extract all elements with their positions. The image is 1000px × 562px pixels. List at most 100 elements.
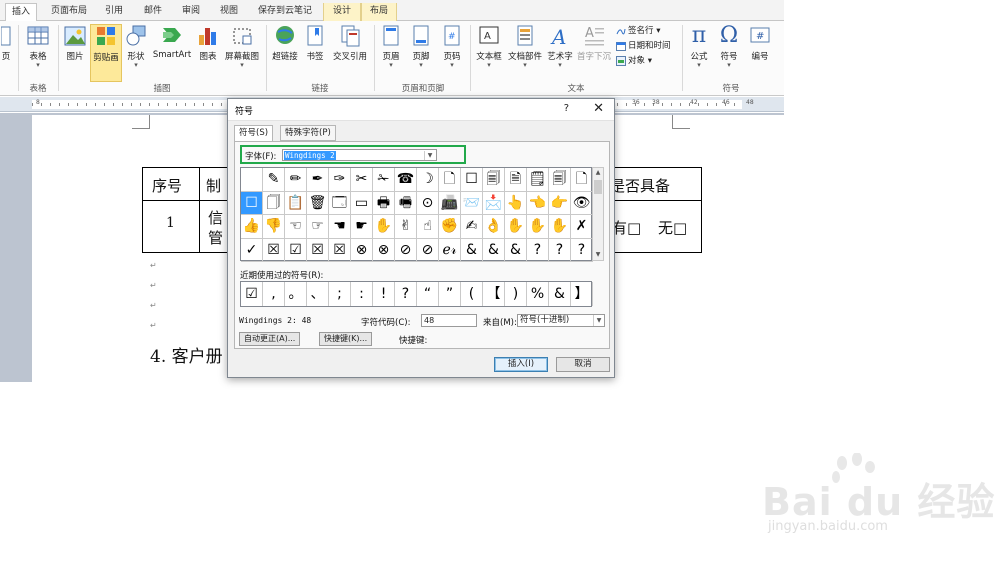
symbol-cell[interactable]: 👁 [571,191,593,215]
tab-references[interactable]: 引用 [99,3,129,21]
symbol-cell[interactable]: 📋 [285,191,307,215]
symbol-cell[interactable]: ✋ [505,215,527,239]
recent-symbol-cell[interactable]: 】 [571,282,593,306]
footer-button[interactable]: 页脚 ▾ [408,24,434,82]
shapes-button[interactable]: 形状 ▾ [124,24,148,82]
symbol-cell[interactable]: ? [527,238,549,262]
symbol-cell[interactable]: ☛ [351,215,373,239]
scroll-thumb[interactable] [594,180,602,194]
symbol-cell[interactable]: ☐ [241,191,263,215]
textbox-button[interactable]: A 文本框 ▾ [474,24,504,82]
char-code-input[interactable]: 48 [421,314,477,327]
wordart-button[interactable]: A 艺术字 ▾ [546,24,574,82]
symbol-cell[interactable]: 👍 [241,215,263,239]
page-button-cut[interactable]: 页 [0,24,12,82]
symbol-cell[interactable]: 📠 [439,191,461,215]
symbol-cell[interactable]: ✒ [307,168,329,192]
symbol-cell[interactable]: ☐ [461,168,483,192]
tab-save-cloud-note[interactable]: 保存到云笔记 [252,3,318,21]
signature-line-button[interactable]: 签名行 ▾ [616,24,661,38]
symbol-cell[interactable] [241,168,263,192]
dialog-title-bar[interactable]: 符号 ? ✕ [228,99,614,121]
cancel-button[interactable]: 取消 [556,357,610,372]
chevron-down-icon[interactable]: ▼ [593,315,604,326]
symbol-cell[interactable]: & [461,238,483,262]
shortcut-key-button[interactable]: 快捷键(K)... [319,332,373,346]
screenshot-button[interactable]: 屏幕截图 ▾ [222,24,262,82]
recent-symbol-cell[interactable]: ) [505,282,527,306]
chevron-down-icon[interactable]: ▼ [424,151,435,160]
symbol-cell[interactable]: 🗐 [483,168,505,192]
symbol-cell[interactable]: ✂ [351,168,373,192]
number-button[interactable]: # 编号 [746,24,774,82]
symbol-cell[interactable]: 🖶 [373,191,395,215]
symbol-cell[interactable]: ✋ [549,215,571,239]
symbol-cell[interactable]: 👎 [263,215,285,239]
checkbox-none[interactable]: 无□ [658,217,687,238]
recent-symbol-cell[interactable]: ; [329,282,351,306]
date-time-button[interactable]: 日期和时间 [616,39,671,53]
symbol-cell[interactable]: 🗒 [527,168,549,192]
symbol-cell[interactable]: ✑ [329,168,351,192]
symbol-cell[interactable]: ⊗ [373,238,395,262]
recent-symbol-cell[interactable]: “ [417,282,439,306]
picture-button[interactable]: 图片 [62,24,88,82]
equation-button[interactable]: π 公式 ▾ [686,24,712,82]
clipart-button[interactable]: 剪贴画 [90,24,122,82]
symbol-cell[interactable]: 🗎 [505,168,527,192]
tab-review[interactable]: 审阅 [176,3,206,21]
symbol-cell[interactable]: ✓ [241,238,263,262]
symbol-cell[interactable]: ☝ [417,215,439,239]
insert-button[interactable]: 插入(I) [494,357,548,372]
symbol-cell[interactable]: & [505,238,527,262]
scroll-down-icon[interactable]: ▼ [593,250,603,260]
tab-symbols[interactable]: 符号(S) [234,125,274,142]
recent-symbol-cell[interactable]: 、 [307,282,329,306]
symbol-cell[interactable]: 📩 [483,191,505,215]
recent-symbol-cell[interactable]: , [263,282,285,306]
font-select[interactable]: Wingdings 2 ▼ [282,149,437,161]
from-select[interactable]: 符号(十进制) ▼ [517,314,605,327]
symbol-button[interactable]: Ω 符号 ▾ [716,24,742,82]
chart-button[interactable]: 图表 [196,24,220,82]
symbol-cell[interactable]: 📨 [461,191,483,215]
tab-special-characters[interactable]: 特殊字符(P) [280,125,336,141]
drop-cap-button[interactable]: A 首字下沉 [576,24,612,82]
symbol-cell[interactable]: ☜ [285,215,307,239]
symbol-cell[interactable]: 🗍 [263,191,285,215]
symbol-cell[interactable]: ☎ [395,168,417,192]
checkbox-has[interactable]: 有□ [612,217,641,238]
symbol-cell[interactable]: ✎ [263,168,285,192]
symbol-cell[interactable]: 🗑 [307,191,329,215]
symbol-cell[interactable]: ⊘ [395,238,417,262]
quick-parts-button[interactable]: 文档部件 ▾ [506,24,544,82]
recent-symbol-cell[interactable]: & [549,282,571,306]
symbol-cell[interactable]: ⊙ [417,191,439,215]
symbol-cell[interactable]: 🗐 [549,168,571,192]
symbol-cell[interactable]: 👉 [549,191,571,215]
recent-symbol-cell[interactable]: ! [373,282,395,306]
symbol-cell[interactable]: ☒ [307,238,329,262]
symbol-cell[interactable]: 🗔 [329,191,351,215]
recent-symbol-cell[interactable]: % [527,282,549,306]
symbol-grid[interactable]: ✎ ✏ ✒ ✑ ✂ ✁ ☎ ☽ 🗋 ☐ 🗐 🗎 🗒 🗐 🗋 ☐ 🗍 📋 🗑 🗔 ▭ 🖶 🖷 ⊙ 📠 📨 📩 👆 👈 👉 👁 👍 👎 ☜ ☞ ☚ ☛ ✋ ✌ ☝… [240,167,593,262]
scroll-up-icon[interactable]: ▲ [593,168,603,178]
symbol-cell[interactable]: ☚ [329,215,351,239]
symbol-cell[interactable]: 🖷 [395,191,417,215]
symbol-cell[interactable]: ☽ [417,168,439,192]
symbol-cell[interactable]: ✏ [285,168,307,192]
table-button[interactable]: 表格 ▾ [24,24,52,82]
symbol-cell[interactable]: ⊗ [351,238,373,262]
symbol-cell[interactable]: ℯ𝓇 [439,238,461,262]
recent-symbol-cell[interactable]: 【 [483,282,505,306]
symbol-cell[interactable]: ☒ [329,238,351,262]
autocorrect-button[interactable]: 自动更正(A)... [239,332,301,346]
recent-symbol-cell[interactable]: ☑ [241,282,263,306]
symbol-cell[interactable]: ✌ [395,215,417,239]
tab-mailings[interactable]: 邮件 [138,3,168,21]
symbol-cell[interactable]: ⊘ [417,238,439,262]
symbol-cell[interactable]: ✋ [373,215,395,239]
recent-symbols-row[interactable]: ☑,。、;:!? “”(【)% &】 [240,281,593,307]
symbol-cell[interactable]: ✁ [373,168,395,192]
recent-symbol-cell[interactable]: ( [461,282,483,306]
